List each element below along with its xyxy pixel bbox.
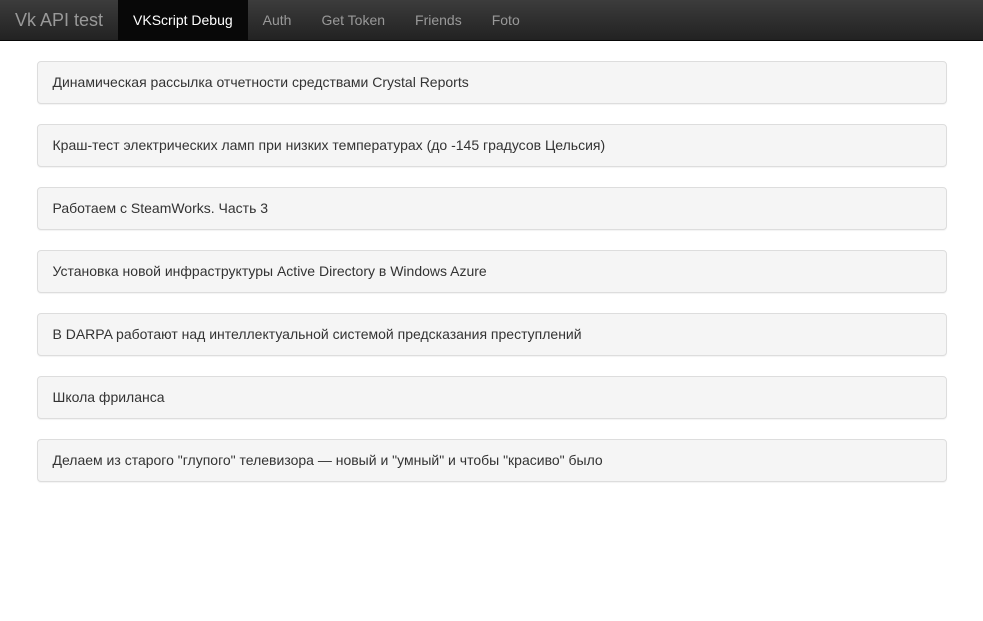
main-container: Динамическая рассылка отчетности средств… bbox=[22, 41, 962, 482]
post-title-link[interactable]: Динамическая рассылка отчетности средств… bbox=[53, 74, 469, 90]
navbar-brand[interactable]: Vk API test bbox=[0, 1, 118, 39]
nav-item-foto[interactable]: Foto bbox=[477, 0, 535, 40]
post-title-link[interactable]: В DARPA работают над интеллектуальной си… bbox=[53, 326, 582, 342]
nav-item-friends[interactable]: Friends bbox=[400, 0, 477, 40]
post-panel: В DARPA работают над интеллектуальной си… bbox=[37, 313, 947, 356]
nav-item-vkscript-debug[interactable]: VKScript Debug bbox=[118, 0, 248, 40]
post-panel: Работаем с SteamWorks. Часть 3 bbox=[37, 187, 947, 230]
post-title-link[interactable]: Установка новой инфраструктуры Active Di… bbox=[53, 263, 487, 279]
post-heading: Краш-тест электрических ламп при низких … bbox=[38, 125, 946, 166]
nav-link[interactable]: Foto bbox=[477, 0, 535, 40]
post-heading: В DARPA работают над интеллектуальной си… bbox=[38, 314, 946, 355]
post-panel: Динамическая рассылка отчетности средств… bbox=[37, 61, 947, 104]
nav-link[interactable]: Friends bbox=[400, 0, 477, 40]
nav-item-auth[interactable]: Auth bbox=[248, 0, 307, 40]
post-panel: Установка новой инфраструктуры Active Di… bbox=[37, 250, 947, 293]
post-heading: Динамическая рассылка отчетности средств… bbox=[38, 62, 946, 103]
post-title-link[interactable]: Делаем из старого "глупого" телевизора —… bbox=[53, 452, 603, 468]
content: Динамическая рассылка отчетности средств… bbox=[37, 41, 947, 482]
post-heading: Работаем с SteamWorks. Часть 3 bbox=[38, 188, 946, 229]
post-panel: Школа фриланса bbox=[37, 376, 947, 419]
post-title-link[interactable]: Краш-тест электрических ламп при низких … bbox=[53, 137, 606, 153]
post-title-link[interactable]: Школа фриланса bbox=[53, 389, 165, 405]
post-heading: Установка новой инфраструктуры Active Di… bbox=[38, 251, 946, 292]
nav-link[interactable]: Get Token bbox=[306, 0, 400, 40]
post-heading: Школа фриланса bbox=[38, 377, 946, 418]
post-panel: Краш-тест электрических ламп при низких … bbox=[37, 124, 947, 167]
post-panel: Делаем из старого "глупого" телевизора —… bbox=[37, 439, 947, 482]
post-heading: Делаем из старого "глупого" телевизора —… bbox=[38, 440, 946, 481]
nav-link[interactable]: Auth bbox=[248, 0, 307, 40]
post-title-link[interactable]: Работаем с SteamWorks. Часть 3 bbox=[53, 200, 269, 216]
nav-item-get-token[interactable]: Get Token bbox=[306, 0, 400, 40]
nav-link[interactable]: VKScript Debug bbox=[118, 0, 248, 40]
navbar: Vk API test VKScript Debug Auth Get Toke… bbox=[0, 0, 983, 41]
navbar-nav: VKScript Debug Auth Get Token Friends Fo… bbox=[118, 0, 535, 40]
